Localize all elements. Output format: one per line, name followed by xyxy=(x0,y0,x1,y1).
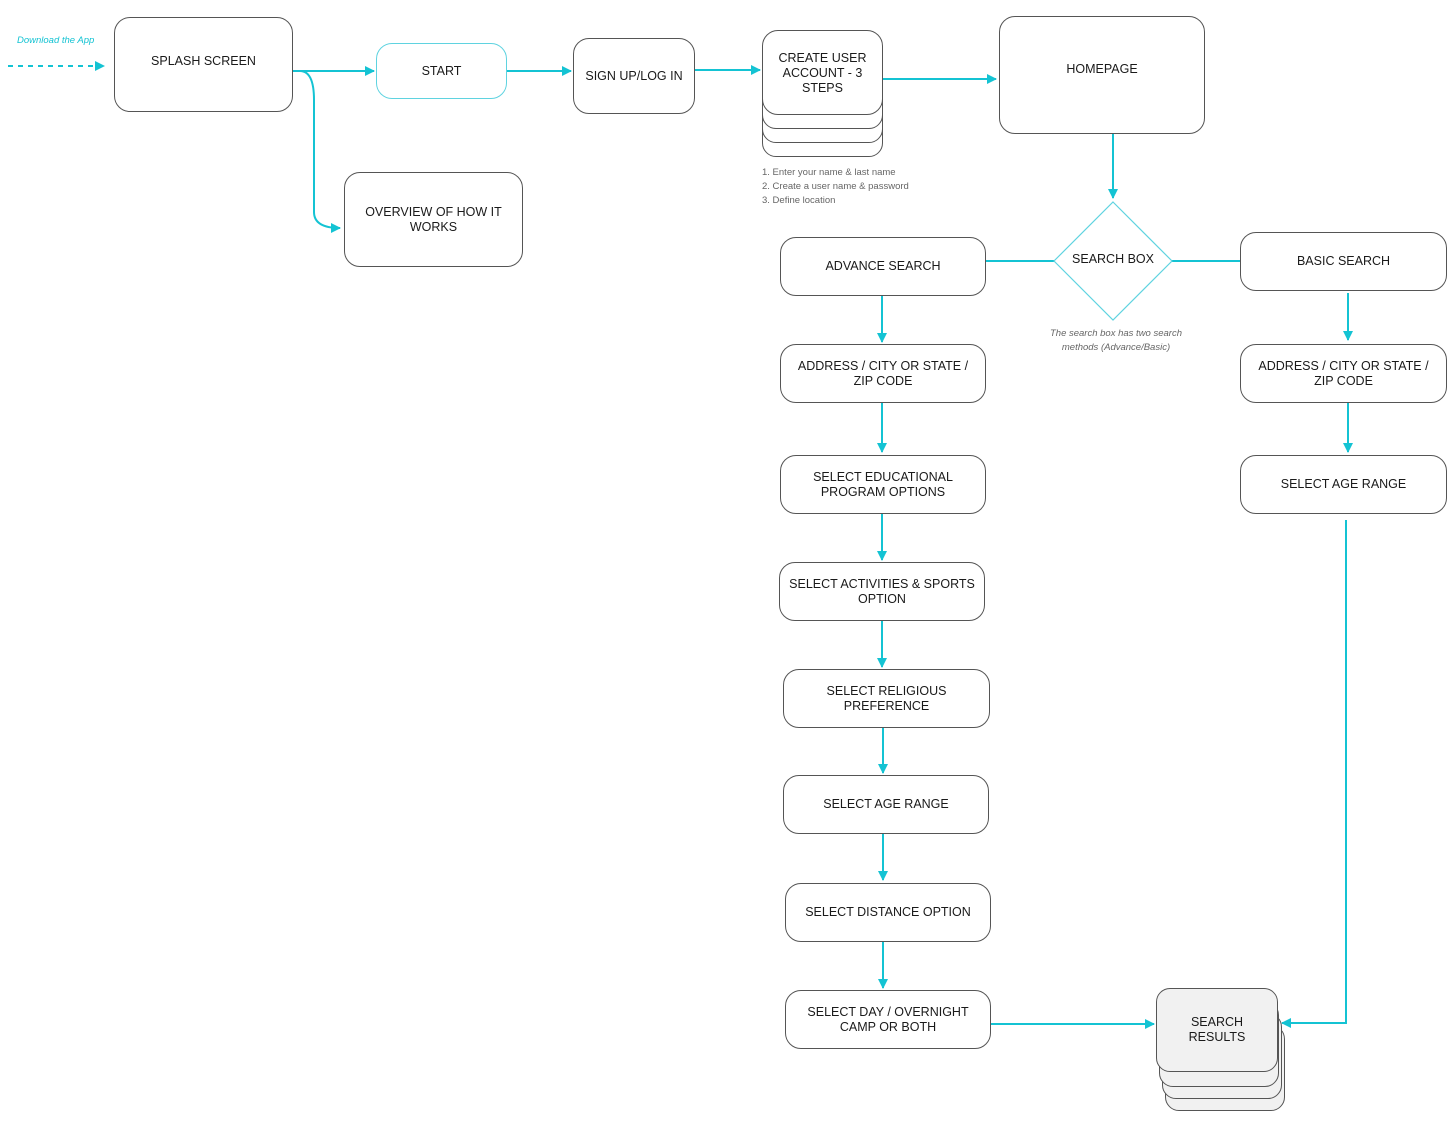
node-adv-age[interactable]: SELECT AGE RANGE xyxy=(783,775,989,834)
node-label: SELECT ACTIVITIES & SPORTS OPTION xyxy=(789,576,975,606)
node-label: HOMEPAGE xyxy=(1066,62,1138,76)
node-search-box[interactable]: SEARCH BOX xyxy=(1054,252,1172,266)
node-label: CREATE USER ACCOUNT - 3 STEPS xyxy=(778,51,867,95)
node-label: START xyxy=(421,63,462,78)
node-label: ADVANCE SEARCH xyxy=(825,259,941,273)
note-line: The search box has two search xyxy=(1049,328,1182,339)
node-create-account[interactable]: CREATE USER ACCOUNT - 3 STEPS xyxy=(762,30,883,115)
node-label: ADDRESS / CITY OR STATE / ZIP CODE xyxy=(797,358,969,388)
node-adv-distance[interactable]: SELECT DISTANCE OPTION xyxy=(785,883,991,942)
node-overview[interactable]: OVERVIEW OF HOW IT WORKS xyxy=(344,172,523,267)
node-basic-search[interactable]: BASIC SEARCH xyxy=(1240,232,1447,291)
node-basic-age[interactable]: SELECT AGE RANGE xyxy=(1240,455,1447,514)
node-label: BASIC SEARCH xyxy=(1296,254,1391,268)
node-advance-search[interactable]: ADVANCE SEARCH xyxy=(780,237,986,296)
node-adv-religious[interactable]: SELECT RELIGIOUS PREFERENCE xyxy=(783,669,990,728)
connector-basic-results xyxy=(1281,520,1347,1028)
node-splash-screen[interactable]: SPLASH SCREEN xyxy=(114,17,293,112)
node-start[interactable]: START xyxy=(376,43,507,99)
search-box-note: The search box has two search methods (A… xyxy=(1040,327,1192,355)
account-steps-list: 1. Enter your name & last name 2. Create… xyxy=(762,166,909,208)
node-adv-address[interactable]: ADDRESS / CITY OR STATE / ZIP CODE xyxy=(780,344,986,403)
node-label: SELECT RELIGIOUS PREFERENCE xyxy=(826,683,947,713)
node-homepage[interactable]: HOMEPAGE xyxy=(999,16,1205,134)
entry-label: Download the App xyxy=(17,35,95,46)
node-search-results[interactable]: SEARCH RESULTS xyxy=(1156,988,1278,1072)
node-label: SELECT EDUCATIONAL PROGRAM OPTIONS xyxy=(813,469,953,499)
account-step: 2. Create a user name & password xyxy=(762,181,909,192)
note-line: methods (Advance/Basic) xyxy=(1061,342,1171,353)
node-signup-login[interactable]: SIGN UP/LOG IN xyxy=(573,38,695,114)
node-adv-camp[interactable]: SELECT DAY / OVERNIGHT CAMP OR BOTH xyxy=(785,990,991,1049)
node-label: SPLASH SCREEN xyxy=(151,54,256,68)
node-label: SELECT AGE RANGE xyxy=(1280,477,1407,491)
node-label: SEARCH RESULTS xyxy=(1188,1015,1246,1044)
node-label: OVERVIEW OF HOW IT WORKS xyxy=(365,204,502,234)
node-adv-education[interactable]: SELECT EDUCATIONAL PROGRAM OPTIONS xyxy=(780,455,986,514)
node-label: SIGN UP/LOG IN xyxy=(585,68,683,83)
account-step: 3. Define location xyxy=(762,195,836,206)
connector-layer xyxy=(8,61,1353,1029)
node-label: SELECT DISTANCE OPTION xyxy=(805,905,971,919)
node-basic-address[interactable]: ADDRESS / CITY OR STATE / ZIP CODE xyxy=(1240,344,1447,403)
node-label: SELECT DAY / OVERNIGHT CAMP OR BOTH xyxy=(807,1004,969,1034)
node-label: SELECT AGE RANGE xyxy=(823,797,949,811)
node-label: ADDRESS / CITY OR STATE / ZIP CODE xyxy=(1258,358,1429,388)
account-step: 1. Enter your name & last name xyxy=(762,167,896,178)
node-adv-activities[interactable]: SELECT ACTIVITIES & SPORTS OPTION xyxy=(779,562,985,621)
connector-splash-overview xyxy=(299,70,341,233)
